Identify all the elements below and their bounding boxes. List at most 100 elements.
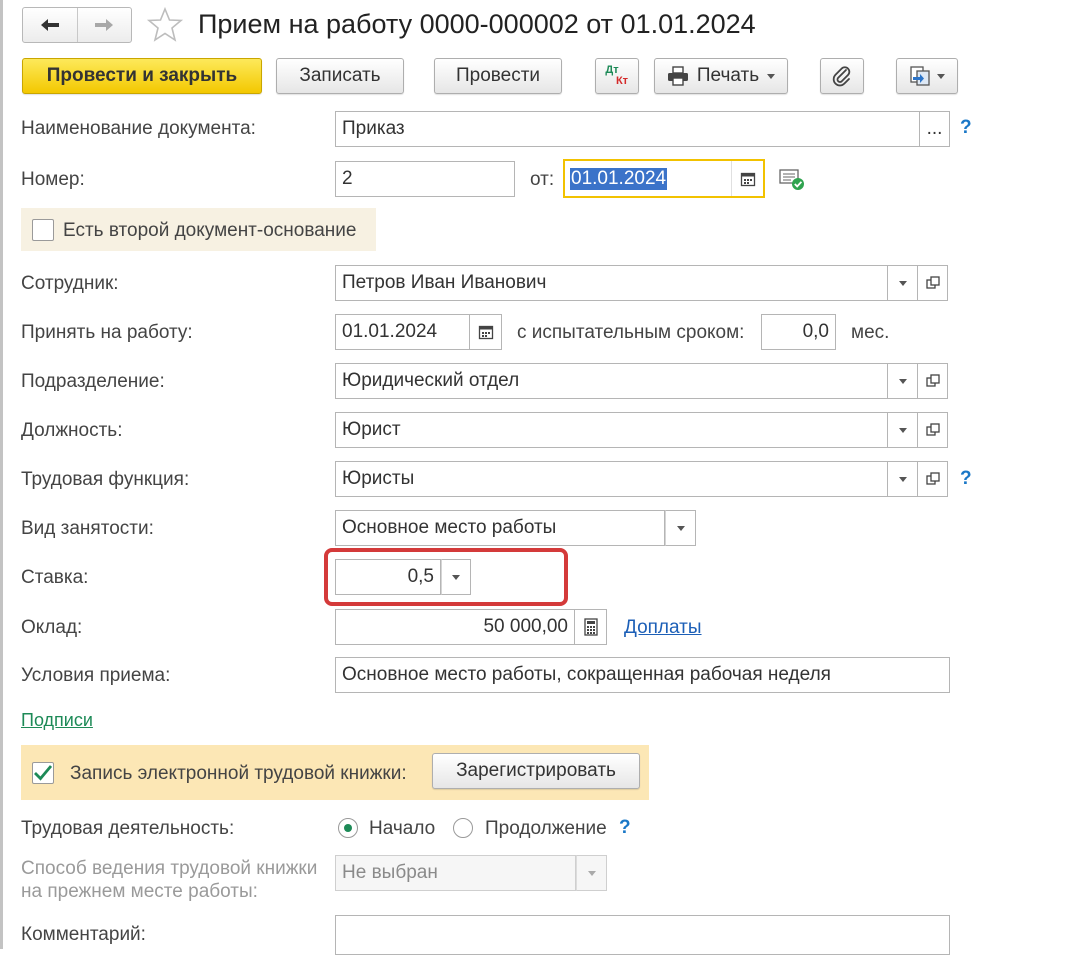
doc-name-input[interactable]: Приказ bbox=[335, 111, 920, 147]
date-value: 01.01.2024 bbox=[570, 167, 668, 190]
department-label: Подразделение: bbox=[21, 371, 165, 392]
chevron-down-icon bbox=[676, 525, 685, 531]
employee-label: Сотрудник: bbox=[21, 273, 119, 294]
paperclip-icon bbox=[832, 66, 851, 87]
probation-input[interactable]: 0,0 bbox=[761, 314, 836, 350]
calendar-icon bbox=[478, 325, 493, 340]
employment-type-input[interactable]: Основное место работы bbox=[335, 510, 665, 546]
create-based-on-button[interactable] bbox=[896, 58, 958, 94]
chevron-down-icon bbox=[898, 378, 907, 384]
department-open-button[interactable] bbox=[918, 363, 948, 399]
post-button[interactable]: Провести bbox=[434, 58, 562, 94]
date-label: от: bbox=[530, 169, 555, 190]
second-document-checkbox[interactable] bbox=[32, 219, 54, 241]
date-calendar-button[interactable] bbox=[731, 161, 763, 196]
rate-highlight-frame bbox=[324, 548, 568, 606]
print-button[interactable]: Печать bbox=[654, 58, 788, 94]
chevron-down-icon bbox=[898, 427, 907, 433]
number-input[interactable]: 2 bbox=[335, 161, 515, 197]
hire-date-input[interactable]: 01.01.2024 bbox=[335, 314, 470, 350]
radio-selected-dot bbox=[344, 824, 352, 832]
book-method-label-line1: Способ ведения трудовой книжки bbox=[21, 858, 318, 879]
salary-calculator-button[interactable] bbox=[575, 609, 607, 645]
calendar-icon bbox=[740, 172, 755, 186]
print-label: Печать bbox=[696, 65, 760, 86]
favorite-star-icon[interactable] bbox=[146, 6, 184, 44]
labor-function-label: Трудовая функция: bbox=[21, 469, 190, 490]
forward-button[interactable] bbox=[76, 8, 132, 42]
position-input[interactable]: Юрист bbox=[335, 412, 888, 448]
labor-activity-help-icon[interactable]: ? bbox=[619, 817, 631, 839]
book-method-input: Не выбран bbox=[335, 855, 576, 891]
open-icon bbox=[925, 472, 940, 485]
employment-type-label: Вид занятости: bbox=[21, 518, 154, 539]
book-method-label: Способ ведения трудовой книжки на прежне… bbox=[21, 857, 317, 903]
arrow-right-icon bbox=[95, 19, 114, 31]
post-and-close-button[interactable]: Провести и закрыть bbox=[22, 58, 262, 94]
chevron-down-icon bbox=[937, 73, 945, 79]
calculator-icon bbox=[583, 618, 598, 636]
window-left-border bbox=[0, 0, 3, 949]
position-dropdown-button[interactable] bbox=[888, 412, 918, 448]
salary-label: Оклад: bbox=[21, 617, 83, 638]
comment-label: Комментарий: bbox=[21, 924, 146, 945]
number-settings-icon[interactable] bbox=[778, 166, 806, 198]
back-button[interactable] bbox=[23, 8, 77, 42]
employee-dropdown-button[interactable] bbox=[888, 265, 918, 301]
radio-continue-label: Продолжение bbox=[485, 818, 607, 839]
chevron-down-icon bbox=[898, 280, 907, 286]
open-icon bbox=[925, 423, 940, 436]
number-label: Номер: bbox=[21, 169, 85, 190]
dtkt-icon-bottom: Кт bbox=[615, 75, 629, 87]
checkmark-icon bbox=[34, 765, 53, 781]
book-method-label-line2: на прежнем месте работы: bbox=[21, 881, 258, 902]
hire-date-calendar-button[interactable] bbox=[470, 314, 502, 350]
etk-checkbox[interactable] bbox=[32, 762, 54, 784]
register-button[interactable]: Зарегистрировать bbox=[432, 753, 640, 789]
signatures-link[interactable]: Подписи bbox=[21, 710, 93, 731]
printer-icon bbox=[667, 66, 688, 86]
attach-button[interactable] bbox=[820, 58, 864, 94]
employee-input[interactable]: Петров Иван Иванович bbox=[335, 265, 888, 301]
chevron-down-icon bbox=[767, 73, 776, 79]
conditions-input[interactable]: Основное место работы, сокращенная рабоч… bbox=[335, 657, 950, 693]
second-document-label: Есть второй документ-основание bbox=[63, 220, 357, 241]
probation-label: с испытательным сроком: bbox=[517, 322, 745, 343]
save-button[interactable]: Записать bbox=[276, 58, 404, 94]
chevron-down-icon bbox=[587, 870, 596, 876]
department-input[interactable]: Юридический отдел bbox=[335, 363, 888, 399]
navigation-buttons bbox=[22, 7, 132, 43]
arrow-left-icon bbox=[40, 19, 59, 31]
labor-function-open-button[interactable] bbox=[918, 461, 948, 497]
position-label: Должность: bbox=[21, 420, 123, 441]
employee-open-button[interactable] bbox=[918, 265, 948, 301]
etk-label: Запись электронной трудовой книжки: bbox=[70, 763, 407, 784]
employment-type-dropdown-button[interactable] bbox=[665, 510, 696, 546]
department-dropdown-button[interactable] bbox=[888, 363, 918, 399]
hire-date-label: Принять на работу: bbox=[21, 322, 193, 343]
comment-input[interactable] bbox=[335, 915, 950, 955]
labor-function-dropdown-button[interactable] bbox=[888, 461, 918, 497]
radio-start-label: Начало bbox=[369, 818, 436, 839]
rate-label: Ставка: bbox=[21, 567, 89, 588]
book-method-dropdown-button bbox=[576, 855, 607, 891]
open-icon bbox=[925, 374, 940, 387]
choose-button[interactable]: ... bbox=[920, 111, 950, 147]
labor-function-input[interactable]: Юристы bbox=[335, 461, 888, 497]
radio-start[interactable] bbox=[338, 818, 358, 838]
conditions-label: Условия приема: bbox=[21, 665, 171, 686]
dtkt-button[interactable]: Дт Кт bbox=[595, 58, 639, 94]
probation-unit: мес. bbox=[851, 322, 890, 343]
labor-function-help-icon[interactable]: ? bbox=[960, 468, 972, 490]
open-icon bbox=[925, 276, 940, 289]
position-open-button[interactable] bbox=[918, 412, 948, 448]
chevron-down-icon bbox=[898, 476, 907, 482]
radio-continue[interactable] bbox=[453, 818, 473, 838]
labor-activity-label: Трудовая деятельность: bbox=[21, 818, 235, 839]
page-title: Прием на работу 0000-000002 от 01.01.202… bbox=[198, 9, 756, 39]
doc-name-label: Наименование документа: bbox=[21, 118, 256, 139]
additional-payments-link[interactable]: Доплаты bbox=[624, 617, 702, 639]
salary-input[interactable]: 50 000,00 bbox=[335, 609, 575, 645]
document-arrow-icon bbox=[910, 66, 930, 86]
doc-name-help-icon[interactable]: ? bbox=[960, 117, 972, 139]
